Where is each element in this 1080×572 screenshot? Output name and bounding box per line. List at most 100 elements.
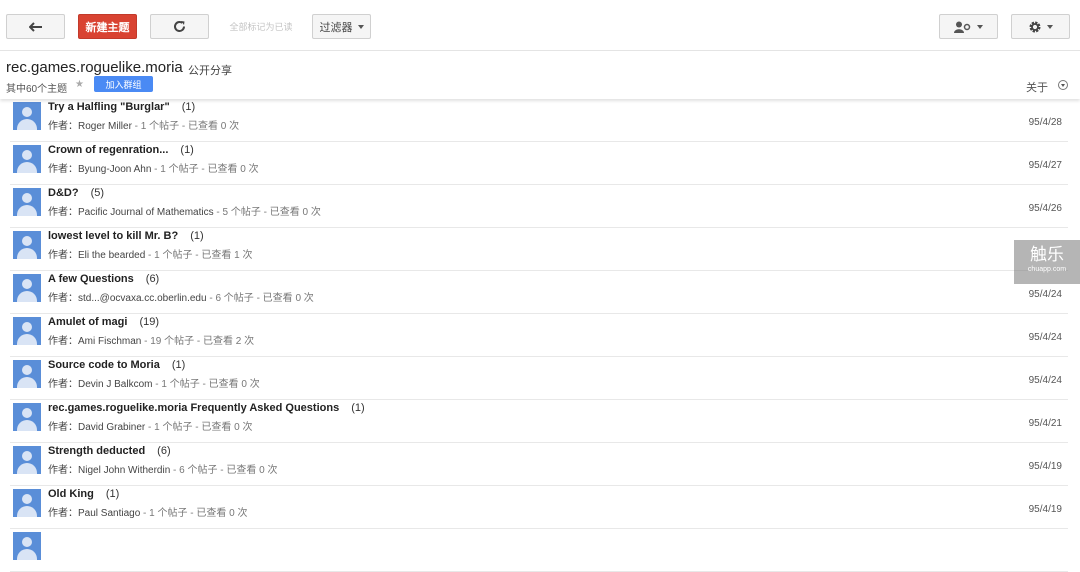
topic-row[interactable]: Amulet of magi (19) 作者：Ami Fischman - 19 … [10, 314, 1068, 357]
topic-row[interactable]: Crown of regenration... (1) 作者：Byung-Joon… [10, 142, 1068, 185]
author-name: Devin J Balkcom [78, 379, 153, 390]
topic-row[interactable] [10, 529, 1068, 572]
topic-date: 95/4/19 [1028, 504, 1062, 515]
topic-meta: 作者：Pacific Journal of Mathematics - 5 个帖… [48, 203, 321, 218]
group-header: rec.games.roguelike.moria 公开分享 其中60个主题 ★… [0, 51, 1080, 99]
topic-row[interactable]: rec.games.roguelike.moria Frequently Ask… [10, 400, 1068, 443]
topic-meta: 作者：Eli the bearded - 1 个帖子 - 已查看 1 次 [48, 246, 253, 261]
topic-title-text: Amulet of magi [48, 316, 128, 328]
topic-meta: 作者：Roger Miller - 1 个帖子 - 已查看 0 次 [48, 117, 239, 132]
author-prefix: 作者： [48, 422, 78, 433]
toolbar: 新建主题 全部标记为已读 过滤器 [0, 0, 1080, 51]
topic-title[interactable]: lowest level to kill Mr. B? (1) [48, 230, 204, 242]
watermark-url: chuapp.com [1027, 266, 1067, 273]
default-avatar-icon [13, 532, 41, 560]
topic-title-text: lowest level to kill Mr. B? [48, 230, 179, 242]
refresh-button[interactable] [150, 14, 209, 39]
topic-stats: - 1 个帖子 - 已查看 0 次 [151, 164, 259, 175]
topic-title[interactable]: Source code to Moria (1) [48, 359, 185, 371]
topic-title[interactable]: Old King (1) [48, 488, 119, 500]
new-topic-button[interactable]: 新建主题 [78, 14, 137, 39]
default-avatar-icon [13, 446, 41, 474]
topic-date: 95/4/27 [1028, 160, 1062, 171]
default-avatar-icon [13, 231, 41, 259]
topic-meta: 作者：Devin J Balkcom - 1 个帖子 - 已查看 0 次 [48, 375, 260, 390]
user-settings-button[interactable] [939, 14, 998, 39]
topic-meta: 作者：Nigel John Witherdin - 6 个帖子 - 已查看 0 … [48, 461, 278, 476]
topic-stats: - 6 个帖子 - 已查看 0 次 [170, 465, 278, 476]
topic-date: 95/4/26 [1028, 203, 1062, 214]
topic-title[interactable] [48, 531, 60, 543]
author-name: Roger Miller [78, 121, 132, 132]
topic-date: 95/4/24 [1028, 332, 1062, 343]
author-prefix: 作者： [48, 250, 78, 261]
settings-button[interactable] [1011, 14, 1070, 39]
author-prefix: 作者： [48, 121, 78, 132]
topic-stats: - 1 个帖子 - 已查看 0 次 [152, 379, 260, 390]
topic-title[interactable]: Strength deducted (6) [48, 445, 171, 457]
author-name: Eli the bearded [78, 250, 146, 261]
topic-title[interactable]: D&D? (5) [48, 187, 104, 199]
mark-all-read-button[interactable]: 全部标记为已读 [222, 14, 300, 39]
topic-meta: 作者：Ami Fischman - 19 个帖子 - 已查看 2 次 [48, 332, 254, 347]
topic-meta: 作者：Paul Santiago - 1 个帖子 - 已查看 0 次 [48, 504, 248, 519]
author-name: Ami Fischman [78, 336, 142, 347]
topic-date: 95/4/24 [1028, 375, 1062, 386]
default-avatar-icon [13, 317, 41, 345]
topic-count: 其中60个主题 [6, 84, 68, 95]
default-avatar-icon [13, 489, 41, 517]
author-prefix: 作者： [48, 508, 78, 519]
topic-title-text: rec.games.roguelike.moria Frequently Ask… [48, 402, 340, 414]
caret-down-icon [977, 24, 983, 29]
back-arrow-icon [28, 21, 43, 32]
topic-title[interactable]: Amulet of magi (19) [48, 316, 159, 328]
topic-title[interactable]: Try a Halfling "Burglar" (1) [48, 101, 195, 113]
topic-row[interactable]: Strength deducted (6) 作者：Nigel John Withe… [10, 443, 1068, 486]
post-count: (6) [145, 273, 160, 285]
topic-stats: - 5 个帖子 - 已查看 0 次 [213, 207, 321, 218]
author-prefix: 作者： [48, 465, 78, 476]
author-prefix: 作者： [48, 293, 78, 304]
about-link[interactable]: 关于 [1026, 79, 1048, 95]
post-count: (1) [105, 488, 120, 500]
topic-row[interactable]: Source code to Moria (1) 作者：Devin J Balkc… [10, 357, 1068, 400]
topic-title-text: Source code to Moria [48, 359, 160, 371]
topic-date: 95/4/19 [1028, 461, 1062, 472]
topic-title[interactable]: A few Questions (6) [48, 273, 159, 285]
post-count: (6) [157, 445, 171, 457]
group-title: rec.games.roguelike.moria [6, 59, 183, 76]
topic-row[interactable]: Try a Halfling "Burglar" (1) 作者：Roger Mil… [10, 99, 1068, 142]
topic-row[interactable]: lowest level to kill Mr. B? (1) 作者：Eli th… [10, 228, 1068, 271]
back-button[interactable] [6, 14, 65, 39]
topic-stats: - 19 个帖子 - 已查看 2 次 [141, 336, 255, 347]
topic-stats: - 1 个帖子 - 已查看 0 次 [145, 422, 253, 433]
topic-row[interactable]: A few Questions (6) 作者：std...@ocvaxa.cc.o… [10, 271, 1068, 314]
star-icon[interactable]: ★ [75, 79, 84, 90]
topic-row[interactable]: D&D? (5) 作者：Pacific Journal of Mathematic… [10, 185, 1068, 228]
post-count: (19) [139, 316, 160, 328]
topic-stats: - 1 个帖子 - 已查看 0 次 [131, 121, 240, 132]
filter-dropdown[interactable]: 过滤器 [312, 14, 371, 39]
chevron-circle-icon[interactable] [1058, 80, 1068, 90]
default-avatar-icon [13, 274, 41, 302]
topic-stats: - 6 个帖子 - 已查看 0 次 [206, 293, 314, 304]
watermark-logo: 触乐 [1030, 245, 1064, 264]
topic-title-text: A few Questions [48, 273, 134, 285]
refresh-icon [173, 20, 186, 33]
author-name: std...@ocvaxa.cc.oberlin.edu [78, 293, 207, 304]
topic-date: 95/4/21 [1028, 418, 1062, 429]
join-group-button[interactable]: 加入群组 [94, 76, 153, 92]
default-avatar-icon [13, 403, 41, 431]
default-avatar-icon [13, 145, 41, 173]
topic-date: 95/4/28 [1028, 117, 1062, 128]
author-name: David Grabiner [78, 422, 146, 433]
topic-title-text: Try a Halfling "Burglar" [48, 101, 170, 113]
person-gear-icon [954, 21, 972, 33]
topic-title[interactable]: Crown of regenration... (1) [48, 144, 194, 156]
filter-label: 过滤器 [319, 21, 353, 34]
default-avatar-icon [13, 102, 41, 130]
author-name: Nigel John Witherdin [78, 465, 171, 476]
topic-title[interactable]: rec.games.roguelike.moria Frequently Ask… [48, 402, 365, 414]
author-prefix: 作者： [48, 207, 78, 218]
topic-stats: - 1 个帖子 - 已查看 0 次 [140, 508, 248, 519]
